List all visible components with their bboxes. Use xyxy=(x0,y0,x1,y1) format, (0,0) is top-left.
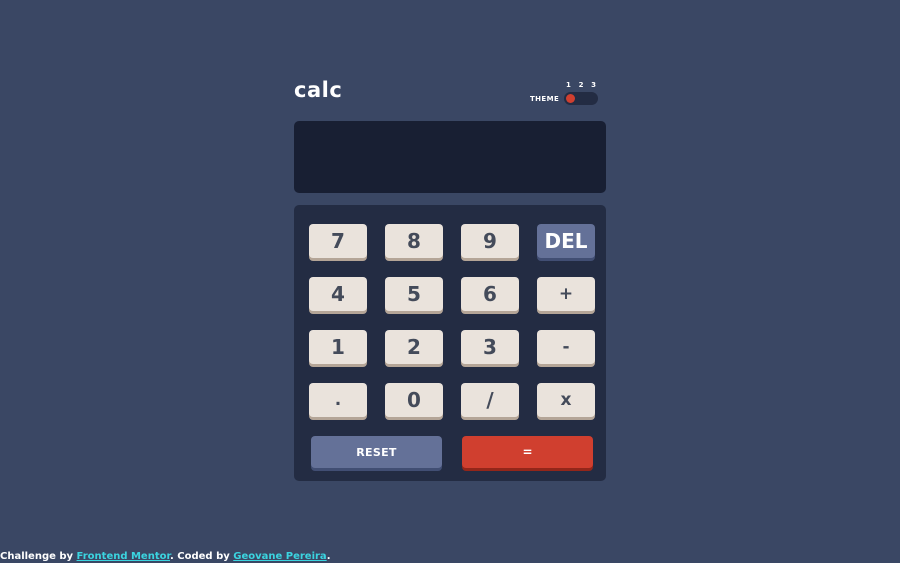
calculator-app: calc THEME 1 2 3 7 8 9 DEL 4 5 6 + 1 2 3… xyxy=(294,78,606,481)
key-4[interactable]: 4 xyxy=(309,277,367,311)
key-3[interactable]: 3 xyxy=(461,330,519,364)
key-plus[interactable]: + xyxy=(537,277,595,311)
delete-button[interactable]: DEL xyxy=(537,224,595,258)
theme-option-3[interactable]: 3 xyxy=(591,81,596,89)
attribution: Challenge by Frontend Mentor. Coded by G… xyxy=(0,551,331,562)
theme-option-2[interactable]: 2 xyxy=(579,81,584,89)
keypad: 7 8 9 DEL 4 5 6 + 1 2 3 - . 0 / x RESET … xyxy=(294,205,606,481)
theme-toggle-knob[interactable] xyxy=(566,94,575,103)
key-decimal[interactable]: . xyxy=(309,383,367,417)
logo: calc xyxy=(294,78,343,102)
key-minus[interactable]: - xyxy=(537,330,595,364)
key-6[interactable]: 6 xyxy=(461,277,519,311)
theme-switch[interactable]: THEME 1 2 3 xyxy=(530,81,600,107)
key-1[interactable]: 1 xyxy=(309,330,367,364)
key-5[interactable]: 5 xyxy=(385,277,443,311)
theme-label: THEME xyxy=(530,95,560,103)
frontend-mentor-link[interactable]: Frontend Mentor xyxy=(77,551,170,562)
calculator-display xyxy=(294,121,606,193)
calculator-header: calc THEME 1 2 3 xyxy=(294,78,606,110)
reset-button[interactable]: RESET xyxy=(311,436,442,468)
key-7[interactable]: 7 xyxy=(309,224,367,258)
attribution-prefix: Challenge by xyxy=(0,551,74,562)
key-divide[interactable]: / xyxy=(461,383,519,417)
attribution-middle: . Coded by xyxy=(170,551,230,562)
equals-button[interactable]: = xyxy=(462,436,593,468)
theme-numbers: 1 2 3 xyxy=(564,81,598,89)
key-0[interactable]: 0 xyxy=(385,383,443,417)
attribution-suffix: . xyxy=(326,551,331,562)
key-multiply[interactable]: x xyxy=(537,383,595,417)
theme-toggle-track[interactable] xyxy=(564,92,598,105)
key-8[interactable]: 8 xyxy=(385,224,443,258)
key-2[interactable]: 2 xyxy=(385,330,443,364)
author-link[interactable]: Geovane Pereira xyxy=(233,551,326,562)
theme-option-1[interactable]: 1 xyxy=(566,81,571,89)
key-9[interactable]: 9 xyxy=(461,224,519,258)
keypad-grid: 7 8 9 DEL 4 5 6 + 1 2 3 - . 0 / x xyxy=(309,224,596,417)
keypad-bottom-row: RESET = xyxy=(311,436,596,468)
